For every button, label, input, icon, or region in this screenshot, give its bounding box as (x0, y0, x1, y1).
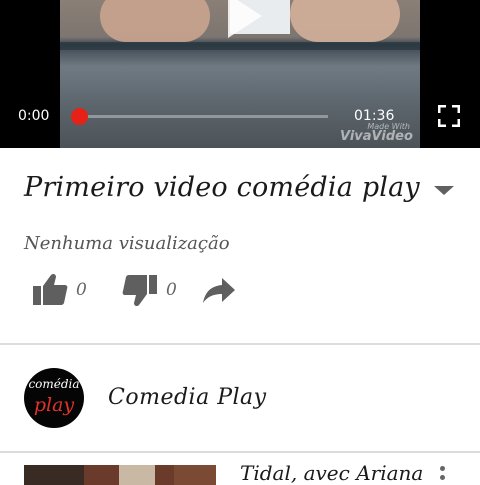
chevron-down-icon[interactable] (434, 186, 454, 195)
fullscreen-icon[interactable] (438, 105, 460, 127)
share-button[interactable] (202, 270, 236, 310)
video-player[interactable]: 0:00 01:36 Made With VivaVideo (0, 0, 480, 148)
next-video-item[interactable]: Tidal, avec Ariana (0, 456, 480, 485)
video-content (100, 0, 210, 42)
like-button[interactable]: 0 (32, 270, 87, 310)
watermark-line2: VivaVideo (340, 129, 413, 144)
avatar-text-bottom: play (33, 394, 75, 416)
view-count: Nenhuma visualização (24, 233, 230, 254)
next-video-title[interactable]: Tidal, avec Ariana (240, 461, 423, 485)
more-vert-icon[interactable] (440, 466, 446, 484)
dislike-button[interactable]: 0 (122, 270, 177, 310)
dislike-count: 0 (166, 280, 177, 300)
share-icon (203, 278, 235, 303)
seek-handle[interactable] (71, 108, 88, 125)
channel-name[interactable]: Comedia Play (108, 385, 267, 410)
video-title: Primeiro video comédia play (24, 172, 420, 203)
like-count: 0 (76, 280, 87, 300)
video-content (290, 0, 400, 42)
divider (0, 343, 480, 345)
avatar-text-top: comédia (28, 377, 80, 391)
seek-bar[interactable] (71, 108, 328, 125)
channel-avatar[interactable]: comédia play (24, 368, 84, 428)
watermark: Made With VivaVideo (340, 122, 413, 144)
current-time: 0:00 (18, 108, 50, 124)
channel-row[interactable]: comédia play Comedia Play (0, 348, 480, 448)
video-content (60, 42, 420, 50)
thumbs-down-icon (122, 275, 157, 307)
thumbs-up-icon (33, 273, 68, 305)
next-video-thumbnail[interactable] (24, 465, 216, 485)
divider (0, 451, 480, 453)
play-icon[interactable] (228, 0, 262, 38)
